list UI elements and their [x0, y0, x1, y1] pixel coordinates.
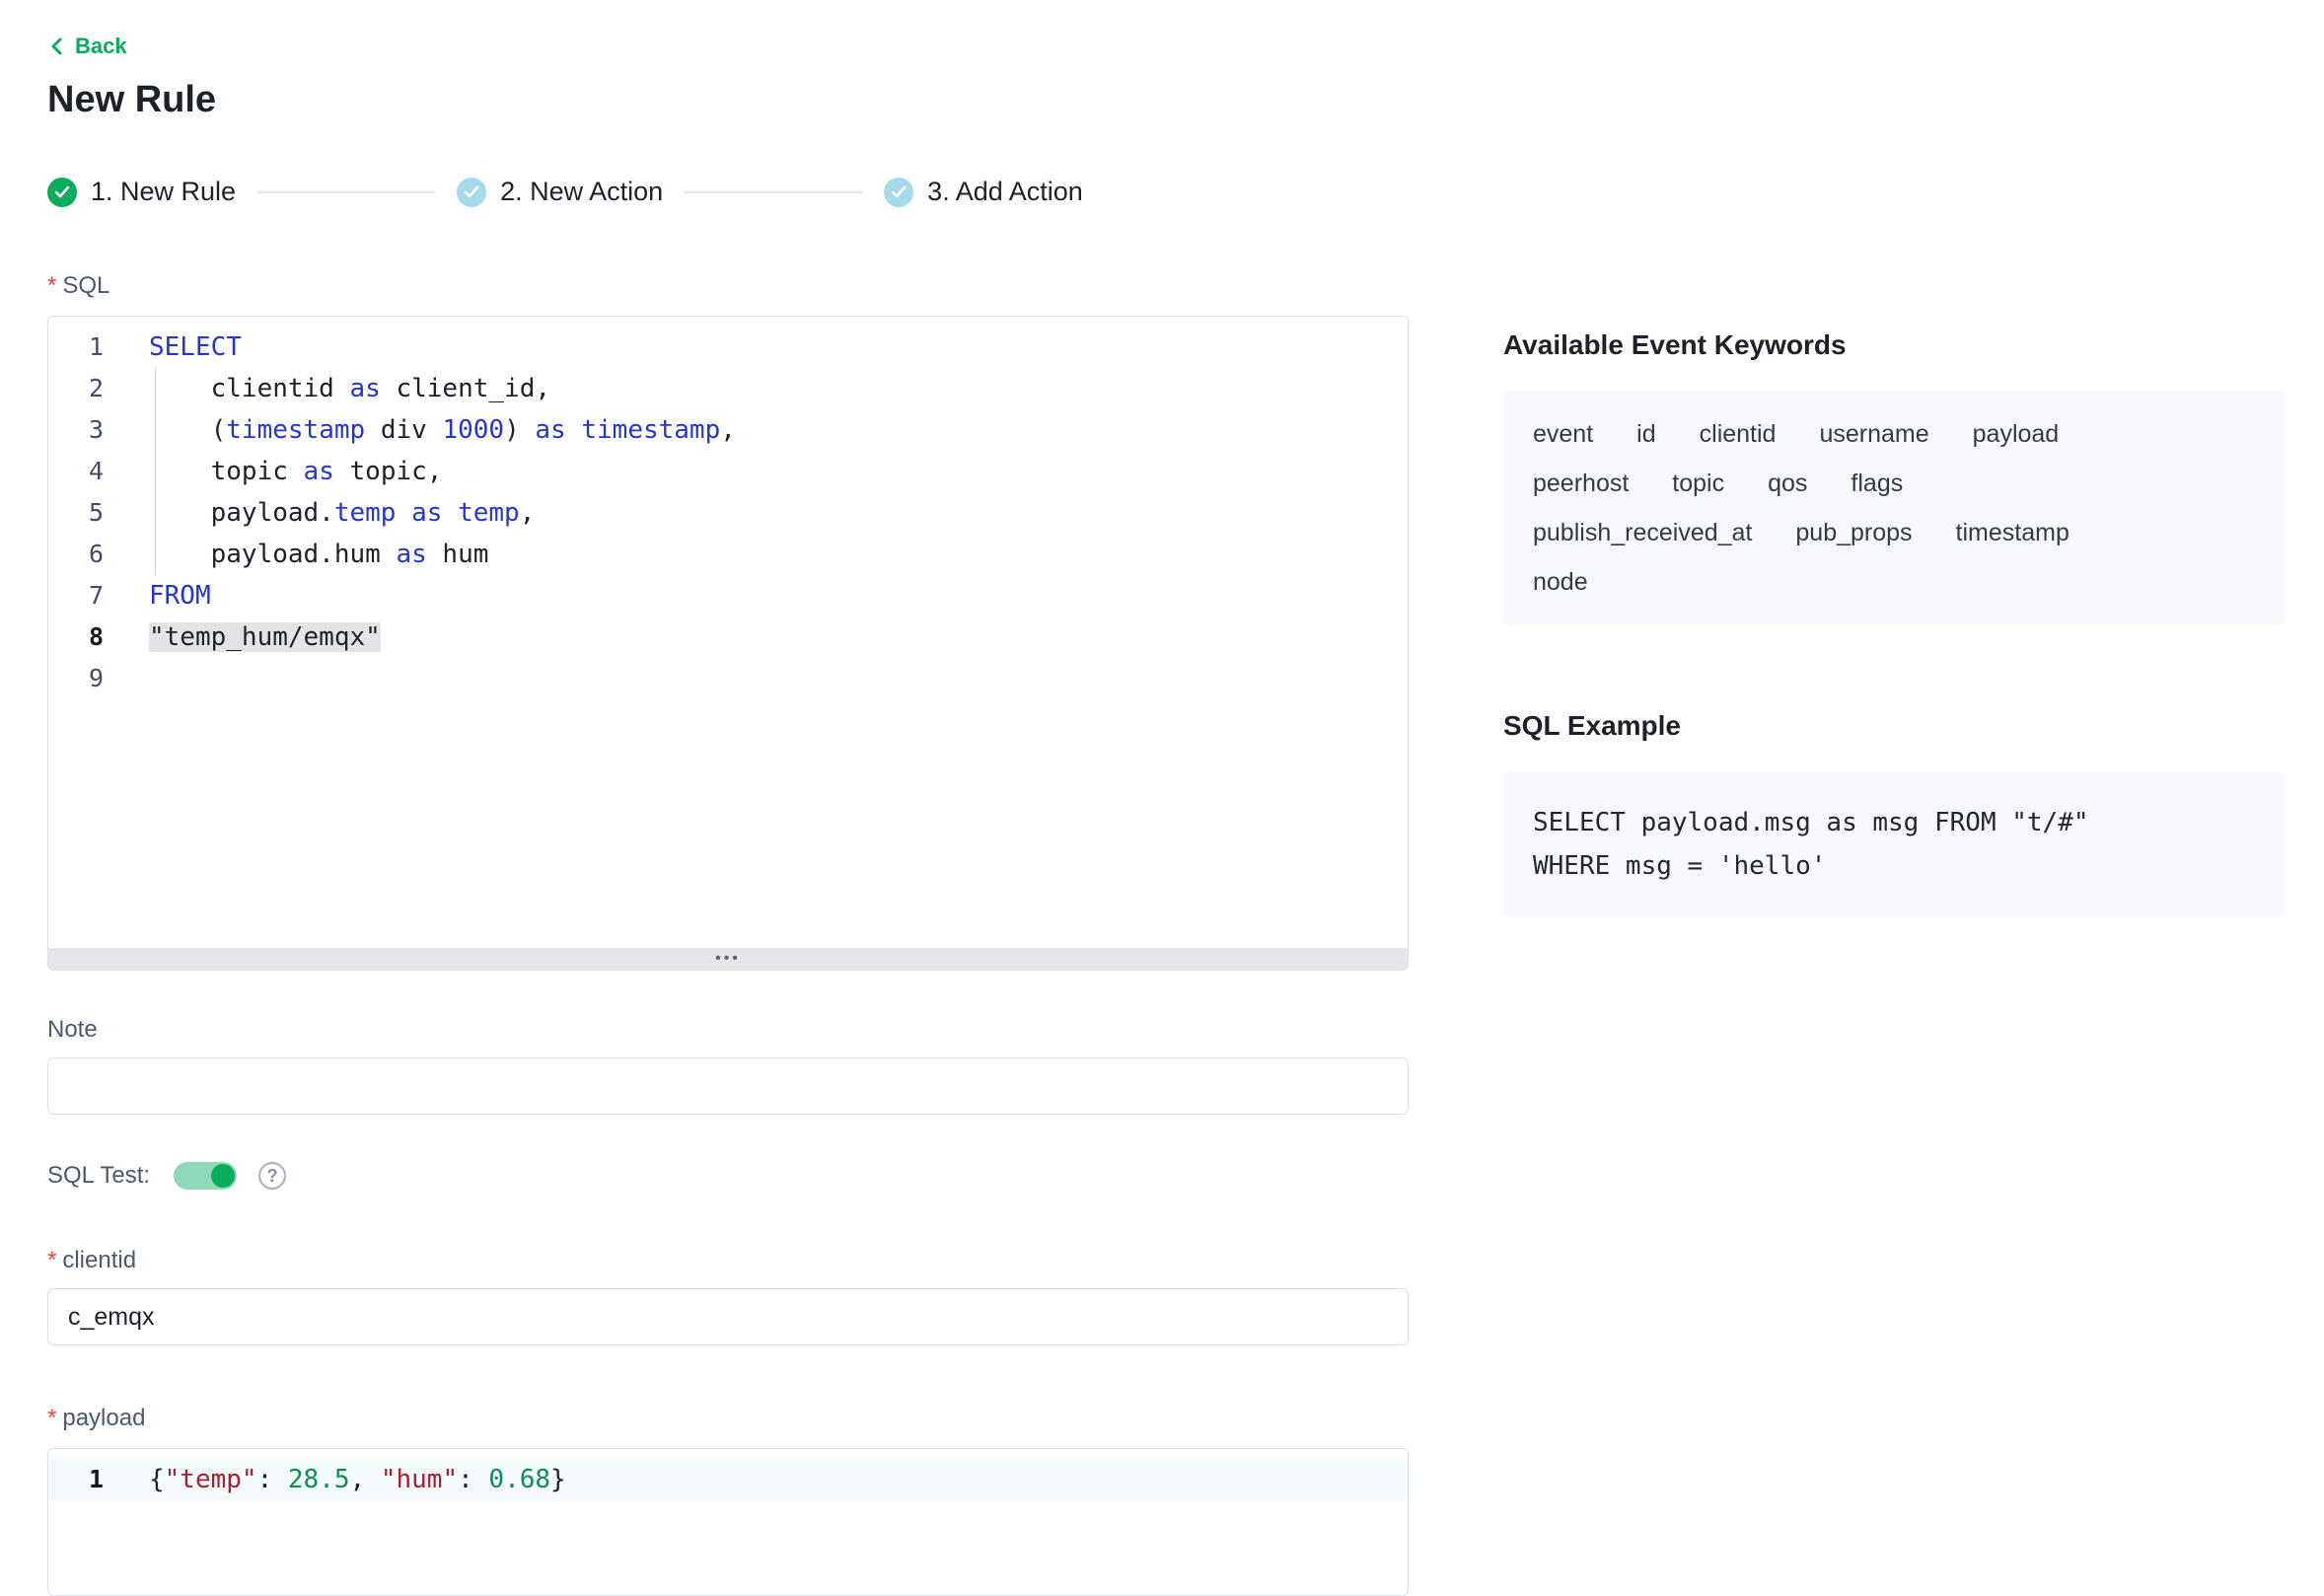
step-check-icon: [457, 178, 486, 207]
line-number: 2: [48, 368, 104, 409]
event-keyword: peerhost: [1533, 470, 1629, 497]
event-keyword: topic: [1672, 470, 1724, 497]
keyword-row: peerhost topic qos flags: [1533, 470, 2255, 497]
line-number: 9: [48, 658, 104, 699]
clientid-field-label: * clientid: [47, 1247, 1409, 1274]
step-check-icon: [884, 178, 913, 207]
note-input[interactable]: [47, 1057, 1409, 1115]
sql-example-title: SQL Example: [1503, 710, 2285, 742]
code-text: "temp_hum/emqx": [104, 617, 381, 658]
code-line[interactable]: 2 clientid as client_id,: [48, 368, 1408, 409]
code-line[interactable]: 9: [48, 658, 1408, 699]
required-asterisk: *: [47, 1247, 56, 1274]
back-label: Back: [75, 34, 127, 59]
event-keyword: qos: [1768, 470, 1807, 497]
code-text: FROM: [104, 575, 211, 617]
code-text: payload.temp as temp,: [104, 492, 535, 534]
code-text: clientid as client_id,: [104, 368, 550, 409]
line-number: 1: [48, 326, 104, 368]
event-keyword: id: [1636, 420, 1655, 448]
sql-code-editor[interactable]: 1SELECT2 clientid as client_id,3 (timest…: [47, 316, 1409, 971]
step-check-icon: [47, 178, 77, 207]
line-number: 4: [48, 451, 104, 492]
code-text: [104, 658, 149, 699]
code-text: (timestamp div 1000) as timestamp,: [104, 409, 736, 451]
event-keyword: clientid: [1700, 420, 1777, 448]
help-sidebar: Available Event Keywords event id clientid…: [1503, 329, 2285, 917]
sql-test-row: SQL Test: ?: [47, 1162, 1409, 1190]
example-code-line: SELECT payload.msg as msg FROM "t/#": [1533, 801, 2255, 844]
step-new-rule[interactable]: 1. New Rule: [47, 177, 236, 207]
editor-resize-handle[interactable]: •••: [48, 948, 1408, 970]
step-add-action[interactable]: 3. Add Action: [884, 177, 1083, 207]
required-asterisk: *: [47, 1405, 56, 1432]
code-text: payload.hum as hum: [104, 534, 488, 575]
indent-guide: [155, 368, 156, 575]
main-form-column: Back New Rule 1. New Rule 2. New Action …: [47, 0, 1409, 1596]
line-number: 3: [48, 409, 104, 451]
keywords-box: event id clientid username payload peerhost to…: [1503, 391, 2285, 625]
event-keyword: username: [1819, 420, 1928, 448]
required-asterisk: *: [47, 272, 56, 300]
step-new-action[interactable]: 2. New Action: [457, 177, 663, 207]
page-title: New Rule: [47, 79, 1409, 121]
note-field-label: Note: [47, 1016, 1409, 1044]
sql-test-label: SQL Test:: [47, 1162, 150, 1190]
payload-code-editor[interactable]: 1{"temp": 28.5, "hum": 0.68}: [47, 1448, 1409, 1596]
sql-example-box: SELECT payload.msg as msg FROM "t/#"WHER…: [1503, 771, 2285, 917]
sql-field-label: * SQL: [47, 272, 1409, 300]
keywords-title: Available Event Keywords: [1503, 329, 2285, 361]
line-number: 7: [48, 575, 104, 617]
step-label: 2. New Action: [500, 177, 663, 207]
code-line[interactable]: 5 payload.temp as temp,: [48, 492, 1408, 534]
line-number: 6: [48, 534, 104, 575]
code-line[interactable]: 1SELECT: [48, 326, 1408, 368]
code-line[interactable]: 4 topic as topic,: [48, 451, 1408, 492]
event-keyword: timestamp: [1956, 519, 2070, 546]
code-line[interactable]: 8"temp_hum/emqx": [48, 617, 1408, 658]
help-icon[interactable]: ?: [258, 1162, 286, 1190]
payload-field-label: * payload: [47, 1405, 1409, 1432]
code-text: {"temp": 28.5, "hum": 0.68}: [104, 1459, 566, 1500]
event-keyword: publish_received_at: [1533, 519, 1752, 546]
code-line[interactable]: 6 payload.hum as hum: [48, 534, 1408, 575]
example-code-line: WHERE msg = 'hello': [1533, 844, 2255, 888]
keyword-row: node: [1533, 568, 2255, 596]
back-link[interactable]: Back: [47, 34, 127, 59]
payload-code-area[interactable]: 1{"temp": 28.5, "hum": 0.68}: [48, 1449, 1408, 1500]
event-keyword: node: [1533, 568, 1588, 596]
code-line[interactable]: 1{"temp": 28.5, "hum": 0.68}: [48, 1459, 1408, 1500]
event-keyword: flags: [1851, 470, 1903, 497]
sql-test-toggle[interactable]: [174, 1162, 237, 1190]
keyword-row: event id clientid username payload: [1533, 420, 2255, 448]
step-connector: [685, 191, 862, 193]
code-text: SELECT: [104, 326, 242, 368]
resize-dots-icon: •••: [715, 948, 741, 970]
sql-code-area[interactable]: 1SELECT2 clientid as client_id,3 (timest…: [48, 317, 1408, 699]
code-line[interactable]: 7FROM: [48, 575, 1408, 617]
line-number: 5: [48, 492, 104, 534]
step-label: 3. Add Action: [927, 177, 1083, 207]
code-line[interactable]: 3 (timestamp div 1000) as timestamp,: [48, 409, 1408, 451]
line-number: 8: [48, 617, 104, 658]
keyword-row: publish_received_at pub_props timestamp: [1533, 519, 2255, 546]
back-chevron-icon: [47, 36, 67, 57]
stepper: 1. New Rule 2. New Action 3. Add Action: [47, 177, 1409, 207]
event-keyword: payload: [1973, 420, 2060, 448]
step-label: 1. New Rule: [91, 177, 236, 207]
line-number: 1: [48, 1459, 104, 1500]
event-keyword: pub_props: [1795, 519, 1912, 546]
step-connector: [257, 191, 435, 193]
clientid-input[interactable]: [47, 1288, 1409, 1345]
event-keyword: event: [1533, 420, 1593, 448]
toggle-knob: [211, 1164, 235, 1188]
